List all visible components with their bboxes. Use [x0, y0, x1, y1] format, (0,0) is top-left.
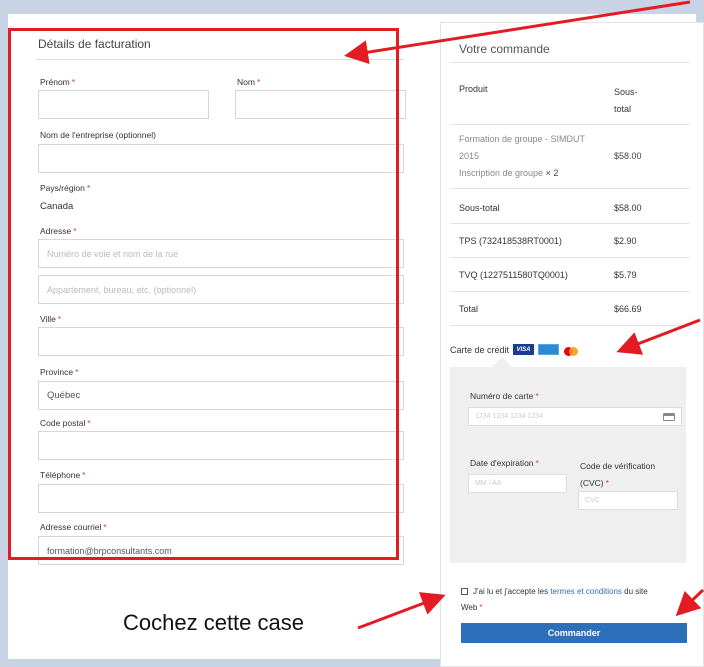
first-name-input[interactable]	[38, 90, 209, 119]
total-value: $66.69	[614, 304, 642, 314]
order-divider	[450, 62, 690, 63]
row-divider	[450, 188, 690, 189]
expiry-label: Date d'expiration *	[470, 458, 539, 468]
city-label: Ville *	[40, 314, 62, 324]
annotation-check-box-text: Cochez cette case	[123, 610, 304, 635]
tvq-value: $5.79	[614, 270, 637, 280]
province-select[interactable]: Québec	[38, 381, 404, 410]
subtotal-label: Sous-total	[459, 203, 500, 213]
province-label: Province *	[40, 367, 79, 377]
col-product-header: Produit	[459, 84, 488, 94]
phone-label: Téléphone *	[40, 470, 86, 480]
address-label: Adresse *	[40, 226, 77, 236]
place-order-button[interactable]: Commander	[461, 623, 687, 643]
amex-icon	[538, 344, 560, 355]
order-title: Votre commande	[459, 42, 550, 56]
country-label: Pays/région *	[40, 183, 91, 193]
company-input[interactable]	[38, 144, 404, 173]
terms-link[interactable]: termes et conditions	[550, 587, 622, 596]
address-line1-input[interactable]: Numéro de voie et nom de la rue	[38, 239, 404, 268]
postal-code-input[interactable]	[38, 431, 404, 460]
cvc-input[interactable]: CVC	[578, 491, 678, 510]
order-item-name: Formation de groupe - SIMDUT 2015 Inscri…	[459, 134, 586, 178]
col-subtotal-header: Sous-total	[614, 87, 638, 114]
cvc-label: Code de vérification (CVC) *	[580, 461, 656, 488]
billing-divider	[36, 59, 404, 60]
total-label: Total	[459, 304, 479, 314]
payment-method-row[interactable]: Carte de crédit VISA	[450, 344, 579, 356]
last-name-label: Nom *	[237, 77, 261, 87]
address-line2-input[interactable]: Appartement, bureau, etc. (optionnel)	[38, 275, 404, 304]
email-input[interactable]: formation@brpconsultants.com	[38, 536, 404, 565]
row-divider	[450, 223, 690, 224]
row-divider	[450, 124, 690, 125]
card-number-input[interactable]: 1234 1234 1234 1234	[468, 407, 682, 426]
phone-input[interactable]	[38, 484, 404, 513]
tvq-label: TVQ (1227511580TQ0001)	[459, 270, 568, 280]
visa-icon: VISA	[513, 344, 535, 355]
terms-block: J'ai lu et j'accepte les termes et condi…	[461, 587, 648, 612]
tps-value: $2.90	[614, 236, 637, 246]
row-divider	[450, 291, 690, 292]
card-number-label: Numéro de carte *	[470, 391, 539, 401]
credit-card-icon	[663, 412, 675, 421]
tps-label: TPS (732418538RT0001)	[459, 236, 562, 246]
card-box-pointer	[492, 357, 512, 367]
row-divider	[450, 257, 690, 258]
postal-code-label: Code postal *	[40, 418, 91, 428]
country-value: Canada	[40, 201, 74, 212]
subtotal-value: $58.00	[614, 203, 642, 213]
payment-method-label: Carte de crédit	[450, 344, 510, 355]
email-label: Adresse courriel *	[40, 522, 107, 532]
billing-title: Détails de facturation	[38, 37, 151, 51]
row-divider	[450, 325, 690, 326]
terms-checkbox[interactable]	[461, 588, 468, 595]
last-name-input[interactable]	[235, 90, 406, 119]
expiry-input[interactable]: MM / AA	[468, 474, 567, 493]
company-label: Nom de l'entreprise (optionnel)	[40, 130, 156, 140]
mastercard-icon	[563, 344, 579, 356]
order-item-price: $58.00	[614, 151, 642, 161]
first-name-label: Prénom *	[40, 77, 76, 87]
city-input[interactable]	[38, 327, 404, 356]
